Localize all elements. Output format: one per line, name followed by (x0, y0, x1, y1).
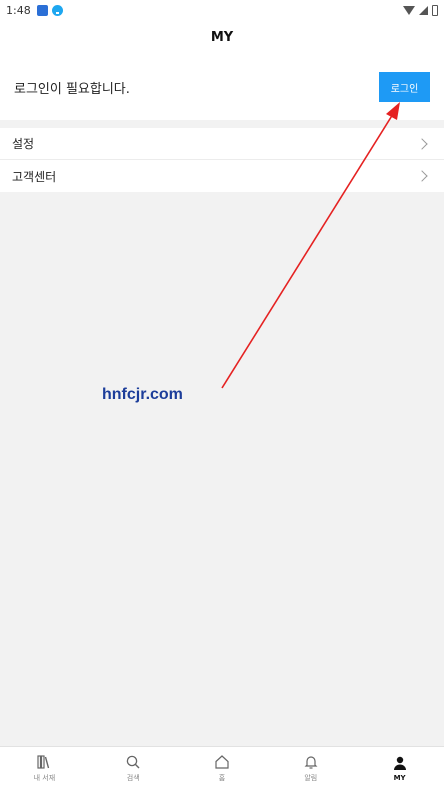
login-message: 로그인이 필요합니다. (14, 81, 130, 97)
chevron-right-icon (416, 170, 428, 182)
battery-icon (432, 4, 438, 16)
menu-item-label: 설정 (12, 137, 35, 151)
person-icon (393, 756, 406, 770)
login-section: 로그인이 필요합니다. 로그인 (0, 54, 444, 120)
home-icon (215, 754, 229, 769)
search-icon (126, 755, 140, 768)
watermark: hnfcjr.com (102, 386, 183, 403)
bottom-nav: 내 서재 검색 홈 알림 MY (0, 746, 444, 789)
menu-item-customer-center[interactable]: 고객센터 (0, 160, 444, 192)
status-bar: 1:48 (0, 0, 444, 20)
nav-item-my[interactable]: MY (355, 747, 444, 789)
header: MY (0, 20, 444, 54)
settings-menu: 설정 고객센터 (0, 128, 444, 192)
status-indicators (403, 4, 438, 16)
nav-label: 내 서재 (33, 773, 56, 782)
nav-label: 홈 (218, 773, 226, 782)
page-title: MY (210, 29, 234, 45)
bookshelf-icon (37, 754, 50, 769)
nav-label: 알림 (304, 773, 318, 782)
nav-item-home[interactable]: 홈 (178, 747, 267, 789)
download-icon (51, 4, 63, 16)
chevron-right-icon (416, 137, 428, 150)
app-notification-icon (36, 4, 48, 16)
nav-label: 검색 (126, 773, 140, 782)
status-time: 1:48 (6, 3, 31, 17)
nav-item-library[interactable]: 내 서재 (0, 747, 89, 789)
nav-item-search[interactable]: 검색 (89, 747, 178, 789)
menu-item-settings[interactable]: 설정 (0, 128, 444, 160)
menu-item-label: 고객센터 (12, 169, 57, 184)
bell-icon (304, 755, 318, 769)
nav-label: MY (393, 773, 406, 782)
login-button[interactable]: 로그인 (379, 72, 430, 102)
nav-item-notifications[interactable]: 알림 (266, 747, 355, 789)
signal-icon (419, 5, 428, 15)
wifi-icon (403, 5, 415, 15)
